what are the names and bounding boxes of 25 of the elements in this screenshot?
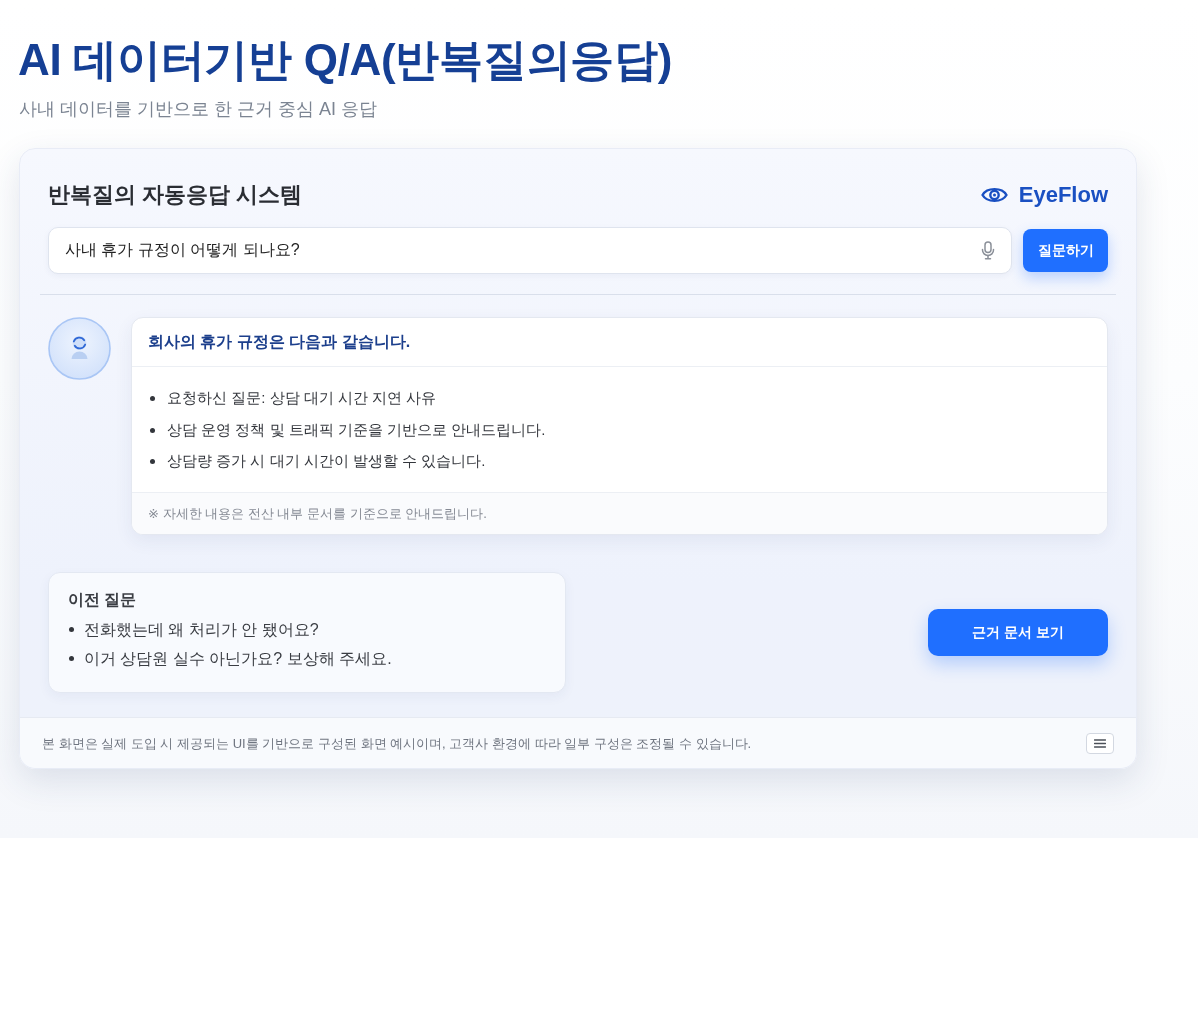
previous-question[interactable]: 전화했는데 왜 처리가 안 됐어요? bbox=[84, 617, 319, 642]
microphone-icon bbox=[981, 240, 995, 260]
brand-name: EyeFlow bbox=[1018, 181, 1108, 210]
answer-heading: 회사의 휴가 규정은 다음과 같습니다. bbox=[148, 331, 411, 352]
bullet-icon bbox=[150, 459, 155, 465]
bullet-icon bbox=[69, 656, 74, 662]
previous-question[interactable]: 이거 상담원 실수 아닌가요? 보상해 주세요. bbox=[84, 646, 392, 671]
footer-note: 본 화면은 실제 도입 시 제공되는 UI를 기반으로 구성된 화면 예시이며, 고객사 환경에 따라 일부 구성은 조정될 수 있습니다. bbox=[42, 734, 752, 753]
menu-icon bbox=[1094, 738, 1106, 748]
previous-questions-title: 이전 질문 bbox=[68, 590, 138, 611]
page-title: AI 데이터기반 Q/A(반복질의응답) bbox=[18, 34, 673, 86]
question-field[interactable]: 사내 휴가 규정이 어떻게 되나요? bbox=[48, 226, 1012, 274]
answer-item: 상담량 증가 시 대기 시간이 발생할 수 있습니다. bbox=[167, 451, 486, 472]
page-subtitle: 사내 데이터를 기반으로 한 근거 중심 AI 응답 bbox=[19, 97, 378, 121]
ask-button[interactable]: 질문하기 bbox=[1023, 228, 1108, 272]
answer-item: 상담 운영 정책 및 트래픽 기준을 기반으로 안내드립니다. bbox=[167, 419, 546, 440]
bullet-icon bbox=[150, 427, 155, 433]
bullet-icon bbox=[69, 627, 74, 633]
bullet-icon bbox=[150, 396, 155, 402]
assistant-avatar-icon bbox=[48, 316, 111, 380]
evidence-button[interactable]: 근거 문서 보기 bbox=[928, 609, 1108, 657]
panel-title: 반복질의 자동응답 시스템 bbox=[48, 181, 303, 210]
menu-button[interactable] bbox=[1086, 732, 1114, 754]
answer-item: 요청하신 질문: 상담 대기 시간 지연 사유 bbox=[167, 388, 437, 409]
answer-note: ※ 자세한 내용은 전산 내부 문서를 기준으로 안내드립니다. bbox=[148, 505, 487, 524]
